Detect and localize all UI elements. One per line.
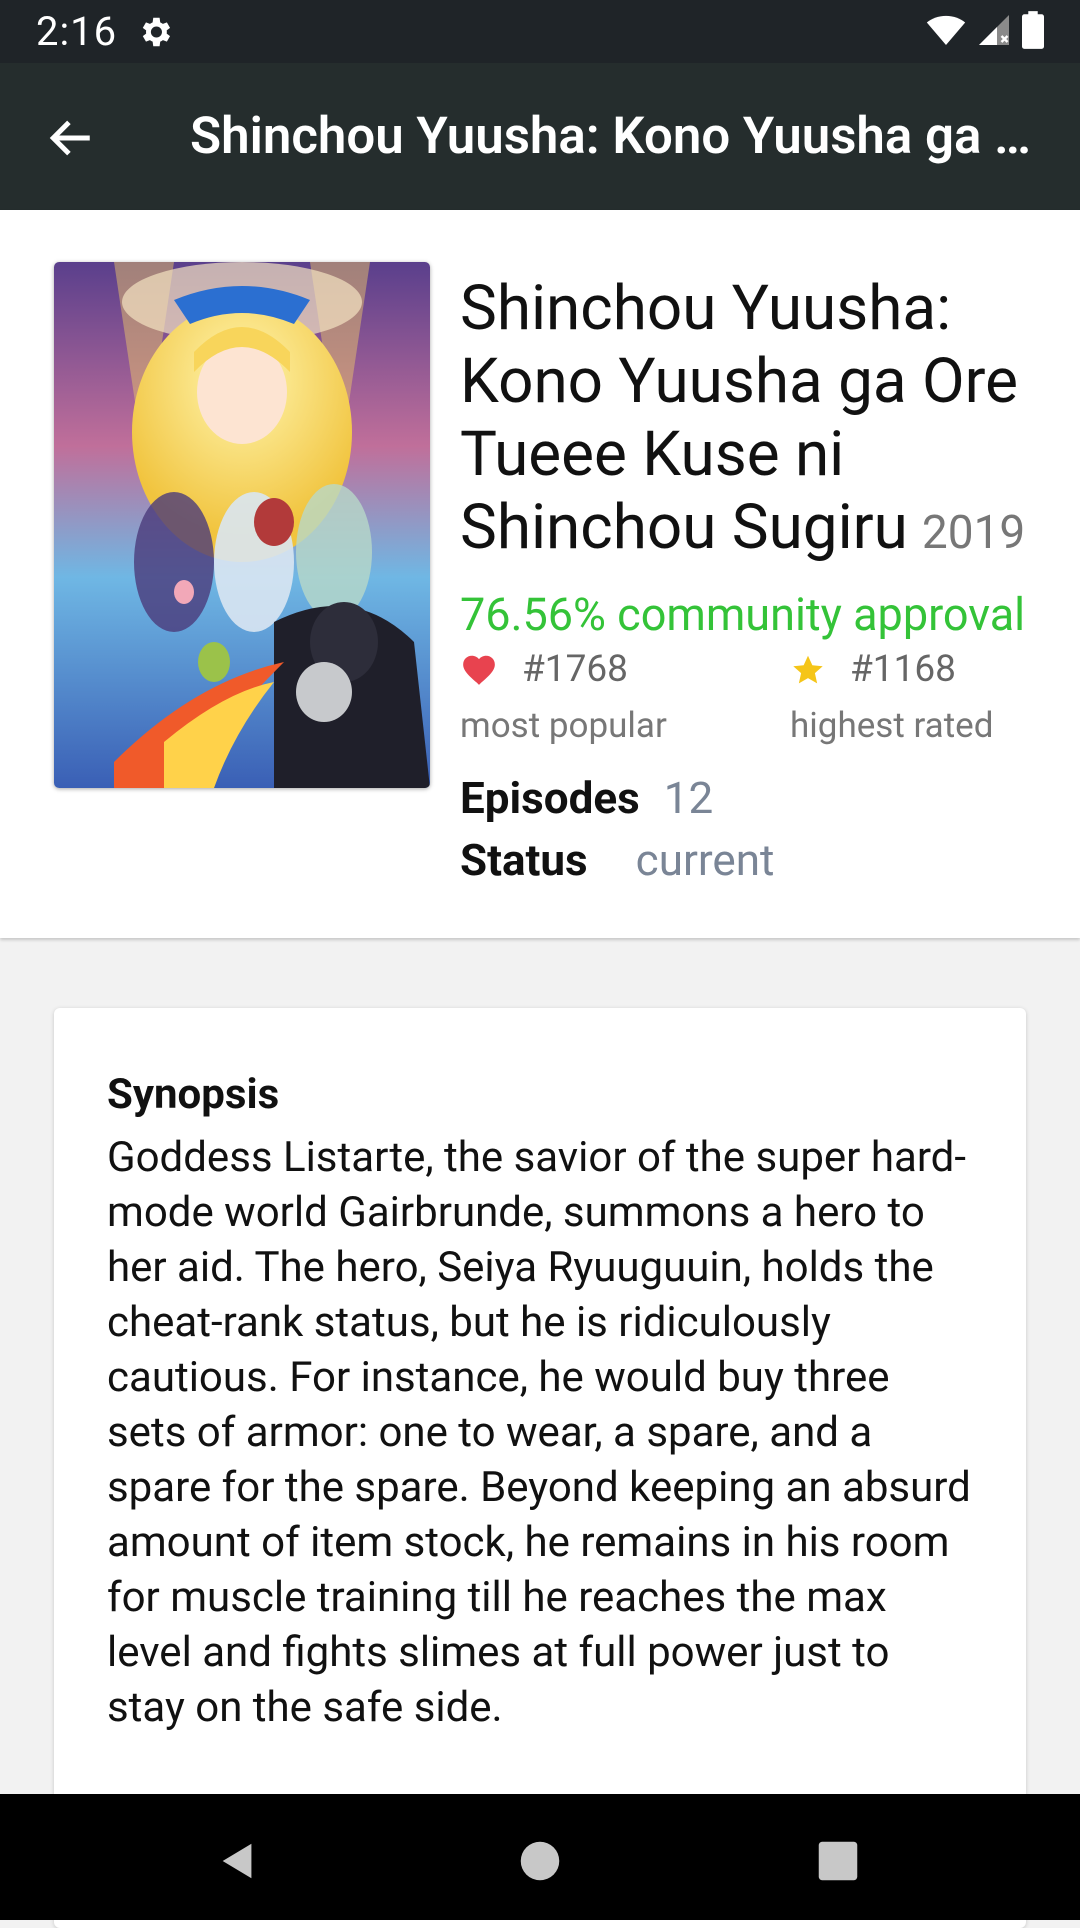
community-approval: 76.56% community approval <box>460 588 1026 641</box>
anime-title-wrap: Shinchou Yuusha: Kono Yuusha ga Ore Tuee… <box>460 272 1060 570</box>
arrow-left-icon <box>49 120 90 156</box>
status-value: current <box>635 834 775 886</box>
square-recents-icon <box>818 1841 858 1881</box>
nav-recents-button[interactable] <box>808 1831 868 1891</box>
synopsis-heading: Synopsis <box>107 1070 280 1119</box>
episodes-value: 12 <box>663 772 714 824</box>
rating-rank-label: highest rated <box>790 705 994 746</box>
nav-home-button[interactable] <box>510 1831 570 1891</box>
rating-rank: #1168 highest rated <box>790 648 993 746</box>
episodes-row: Episodes 12 <box>460 772 713 824</box>
episodes-label: Episodes <box>460 772 640 824</box>
status-time: 2:16 <box>36 8 118 55</box>
synopsis-text: Goddess Listarte, the savior of the supe… <box>107 1133 971 1732</box>
nav-back-button[interactable] <box>208 1831 268 1891</box>
anime-header-card: Shinchou Yuusha: Kono Yuusha ga Ore Tuee… <box>0 210 1080 938</box>
rating-rank-number: #1168 <box>850 648 956 691</box>
wifi-icon <box>926 10 966 54</box>
signal-icon <box>976 10 1012 54</box>
app-bar-title: Shinchou Yuusha: Kono Yuusha ga Ore Tuee… <box>190 107 1045 166</box>
status-row: Status current <box>460 834 774 886</box>
heart-icon <box>463 655 495 685</box>
status-icons <box>926 10 1044 54</box>
poster-image <box>54 262 430 788</box>
title-block: Shinchou Yuusha: Kono Yuusha ga Ore Tuee… <box>460 272 1060 570</box>
star-icon <box>793 655 823 683</box>
status-bar: 2:16 <box>0 0 1080 63</box>
popularity-rank-label: most popular <box>460 705 667 746</box>
circle-home-icon <box>520 1841 560 1881</box>
back-button[interactable] <box>38 105 104 171</box>
gear-icon <box>136 13 174 51</box>
anime-year: 2019 <box>921 506 1026 560</box>
popularity-rank: #1768 most popular <box>460 648 667 746</box>
status-label: Status <box>460 834 588 886</box>
app-bar: Shinchou Yuusha: Kono Yuusha ga Ore Tuee… <box>0 63 1080 210</box>
popularity-rank-number: #1768 <box>522 648 628 691</box>
battery-icon <box>1022 10 1044 54</box>
synopsis-card: Synopsis Goddess Listarte, the savior of… <box>54 1008 1026 1928</box>
system-nav-bar <box>0 1794 1080 1920</box>
triangle-back-icon <box>222 1843 252 1879</box>
